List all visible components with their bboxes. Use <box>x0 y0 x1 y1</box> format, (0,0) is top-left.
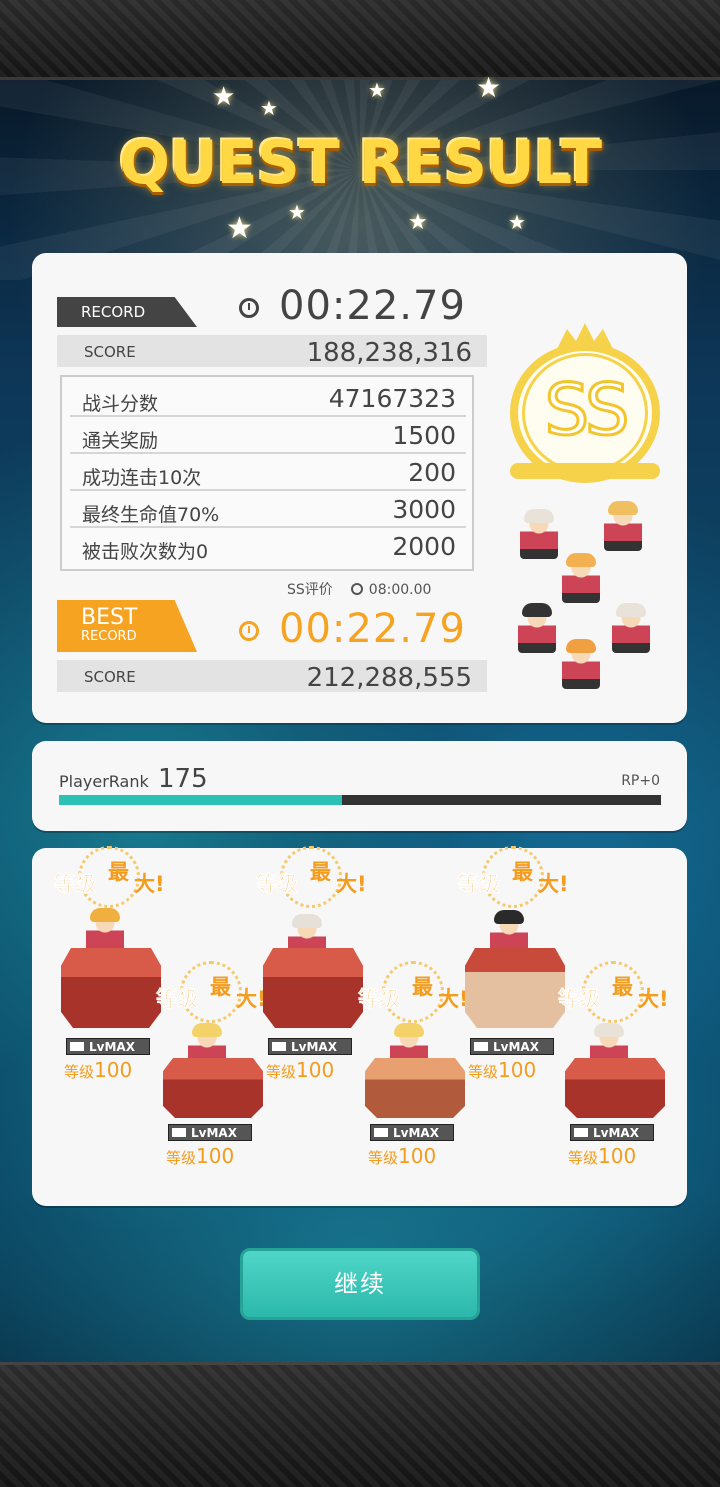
record-tag: RECORD <box>57 297 197 327</box>
breakdown-value: 200 <box>408 458 456 487</box>
stopwatch-icon <box>239 621 259 641</box>
quest-result-title: QUEST RESULT <box>118 128 602 198</box>
unit-level: 等级100 <box>266 1058 335 1082</box>
star-icon: ★ <box>212 82 236 112</box>
breakdown-label: 成功连击10次 <box>82 467 202 489</box>
rank-progress-bar <box>59 795 661 805</box>
unit-level: 等级100 <box>568 1144 637 1168</box>
record-time: 00:22.79 <box>279 283 466 329</box>
continue-button[interactable]: 继续 <box>240 1248 480 1320</box>
ss-requirement: SS评价 08:00.00 <box>287 579 431 599</box>
star-icon: ★ <box>476 71 502 104</box>
record-score-bar: SCORE 188,238,316 <box>57 335 487 368</box>
lvmax-badge: LvMAX <box>268 1038 352 1055</box>
best-score-bar: SCORE 212,288,555 <box>57 660 487 693</box>
best-score: 212,288,555 <box>306 663 472 693</box>
lvmax-badge: LvMAX <box>66 1038 150 1055</box>
player-rank-panel: PlayerRank 175 RP+0 <box>32 741 687 831</box>
breakdown-row: 被击败次数为0 2000 <box>70 528 466 565</box>
star-icon: ★ <box>368 78 386 102</box>
best-record-tag: BEST RECORD <box>57 600 197 652</box>
star-icon: ★ <box>288 200 306 224</box>
breakdown-label: 被击败次数为0 <box>82 541 209 563</box>
record-score: 188,238,316 <box>306 338 472 368</box>
unit-level: 等级100 <box>166 1144 235 1168</box>
party-member-sprite <box>518 603 556 653</box>
star-icon: ★ <box>260 96 278 120</box>
unit-level: 等级100 <box>468 1058 537 1082</box>
level-max-label: 等级 最 大! <box>256 846 376 908</box>
rank-progress-fill <box>59 795 342 805</box>
party-member-sprite <box>520 509 558 559</box>
party-member-sprite <box>604 501 642 551</box>
level-max-label: 等级 最 大! <box>54 846 174 908</box>
unit-pedestal <box>163 1058 263 1118</box>
best-tag-small: RECORD <box>81 629 137 644</box>
breakdown-value: 2000 <box>392 532 456 561</box>
score-label: SCORE <box>84 668 136 686</box>
best-time: 00:22.79 <box>279 606 466 652</box>
stopwatch-icon <box>239 298 259 318</box>
score-breakdown: 战斗分数 47167323 通关奖励 1500 成功连击10次 200 最终生命… <box>60 375 474 571</box>
lvmax-badge: LvMAX <box>470 1038 554 1055</box>
unit-pedestal <box>365 1058 465 1118</box>
result-panel: RECORD 00:22.79 SCORE 188,238,316 战斗分数 4… <box>32 253 687 723</box>
breakdown-row: 成功连击10次 200 <box>70 454 466 491</box>
rp-gain: RP+0 <box>621 773 660 789</box>
grade-letters: SS <box>543 369 631 451</box>
breakdown-label: 最终生命值70% <box>82 504 220 526</box>
breakdown-value: 3000 <box>392 495 456 524</box>
unit-card: 等级 最 大! LvMAX 等级100 <box>558 958 690 1218</box>
party-member-sprite <box>562 639 600 689</box>
star-icon: ★ <box>226 211 253 246</box>
bottom-bar <box>0 1362 720 1487</box>
breakdown-label: 战斗分数 <box>82 393 159 415</box>
ss-requirement-time: 08:00.00 <box>368 582 432 598</box>
level-max-label: 等级 最 大! <box>558 961 678 1023</box>
ss-requirement-label: SS评价 <box>287 582 333 598</box>
lvmax-badge: LvMAX <box>370 1124 454 1141</box>
star-icon: ★ <box>408 210 428 235</box>
best-tag-big: BEST <box>81 605 138 630</box>
breakdown-label: 通关奖励 <box>82 430 159 452</box>
breakdown-row: 战斗分数 47167323 <box>70 380 466 417</box>
lvmax-badge: LvMAX <box>168 1124 252 1141</box>
unit-pedestal <box>465 948 565 1028</box>
party-member-sprite <box>612 603 650 653</box>
top-bar <box>0 0 720 80</box>
level-max-label: 等级 最 大! <box>458 846 578 908</box>
unit-level: 等级100 <box>368 1144 437 1168</box>
breakdown-value: 1500 <box>392 421 456 450</box>
ss-grade-badge: SS <box>510 323 660 493</box>
player-rank-value: 175 <box>158 764 208 794</box>
party-member-sprite <box>562 553 600 603</box>
score-label: SCORE <box>84 343 136 361</box>
star-icon: ★ <box>508 210 526 234</box>
breakdown-row: 通关奖励 1500 <box>70 417 466 454</box>
lvmax-badge: LvMAX <box>570 1124 654 1141</box>
units-panel: 等级 最 大! LvMAX 等级100 等级 最 大! LvMAX 等级100 … <box>32 846 687 1206</box>
unit-pedestal <box>263 948 363 1028</box>
breakdown-value: 47167323 <box>328 384 456 413</box>
unit-pedestal <box>61 948 161 1028</box>
stopwatch-icon <box>350 583 363 595</box>
unit-level: 等级100 <box>64 1058 133 1082</box>
breakdown-row: 最终生命值70% 3000 <box>70 491 466 528</box>
unit-pedestal <box>565 1058 665 1118</box>
player-rank-label: PlayerRank <box>59 772 149 791</box>
